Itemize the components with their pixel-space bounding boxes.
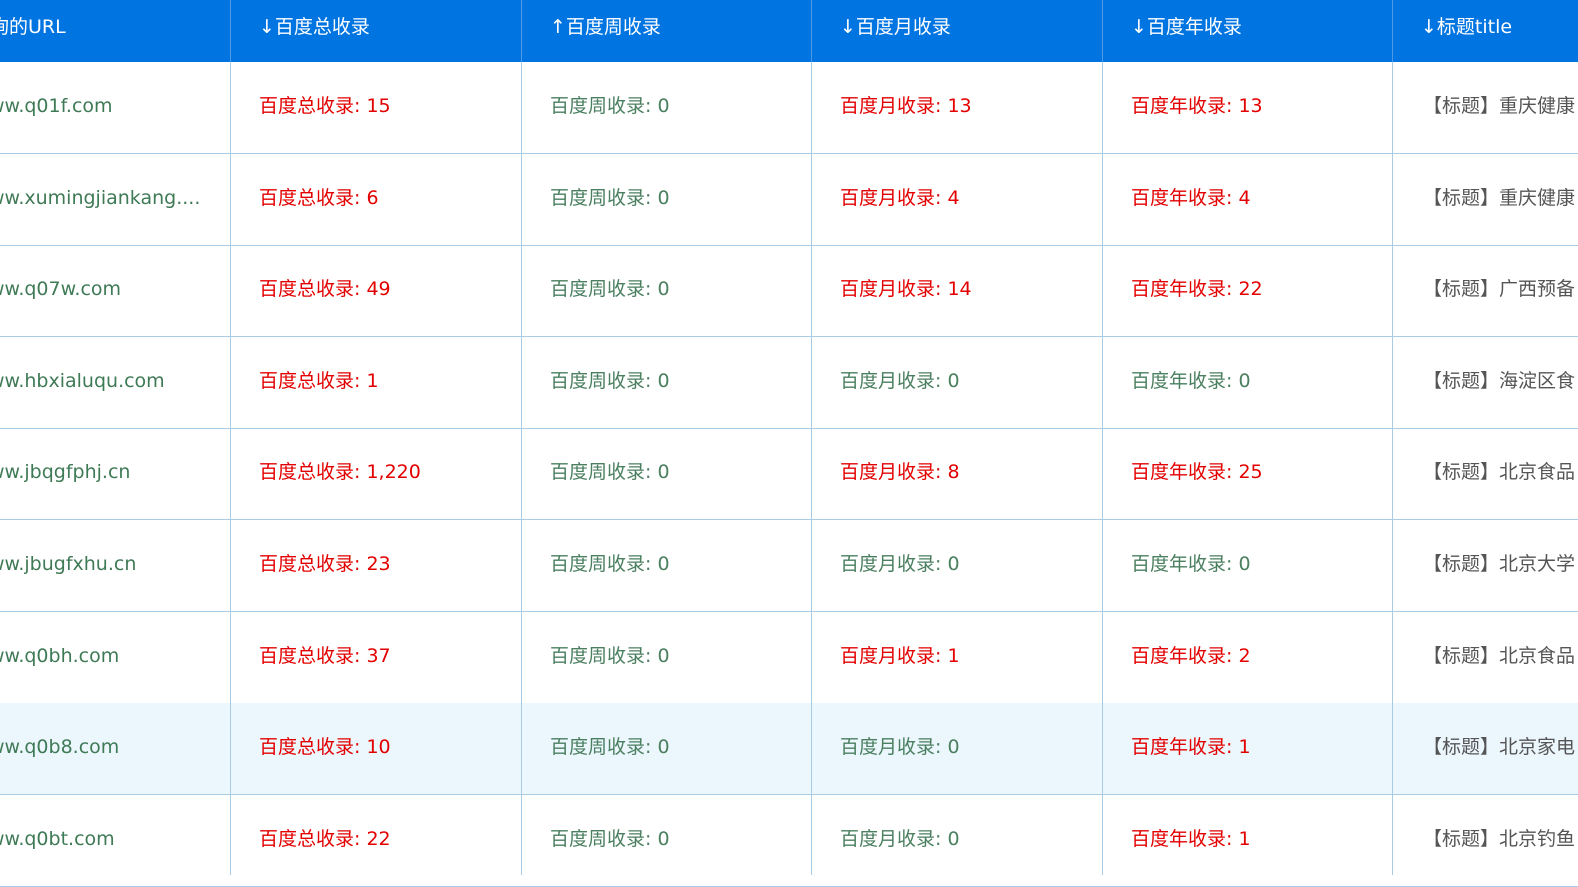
cell-url[interactable]: ww.q07w.com: [0, 245, 219, 337]
cell-title: 【标题】北京食品: [1423, 461, 1576, 483]
column-header-year[interactable]: ↓百度年收录: [1103, 0, 1392, 62]
cell-week: 百度周收录: 0: [550, 828, 670, 850]
cell-title: 【标题】北京家电: [1423, 736, 1576, 758]
cell-total: 百度总收录: 23: [259, 553, 391, 575]
table-row[interactable]: ww.jbqgfphj.cn 百度总收录: 1,220 百度周收录: 0 百度月收录:…: [0, 428, 1578, 520]
cell-total: 百度总收录: 10: [259, 736, 391, 758]
cell-year: 百度年收录: 2: [1131, 645, 1251, 667]
cell-year: 百度年收录: 22: [1131, 278, 1263, 300]
cell-year: 百度年收录: 4: [1131, 187, 1251, 209]
cell-url[interactable]: ww.jbugfxhu.cn: [0, 520, 219, 612]
column-header-week[interactable]: ↑百度周收录: [522, 0, 811, 62]
cell-month: 百度月收录: 0: [840, 553, 960, 575]
cell-month: 百度月收录: 0: [840, 370, 960, 392]
cell-title: 【标题】北京大学: [1423, 553, 1576, 575]
table-header: 询的URL ↓百度总收录 ↑百度周收录 ↓百度月收录 ↓百度年收录 ↓标题tit…: [0, 0, 1578, 62]
cell-total: 百度总收录: 6: [259, 187, 379, 209]
cell-week: 百度周收录: 0: [550, 736, 670, 758]
table-row[interactable]: ww.q01f.com 百度总收录: 15 百度周收录: 0 百度月收录: 13 百度年…: [0, 62, 1578, 154]
cell-week: 百度周收录: 0: [550, 645, 670, 667]
cell-url[interactable]: ww.q01f.com: [0, 62, 219, 154]
cell-week: 百度周收录: 0: [550, 95, 670, 117]
cell-month: 百度月收录: 0: [840, 736, 960, 758]
cell-week: 百度周收录: 0: [550, 553, 670, 575]
table-row[interactable]: ww.q07w.com 百度总收录: 49 百度周收录: 0 百度月收录: 14 百度年…: [0, 245, 1578, 337]
cell-title: 【标题】重庆健康: [1423, 95, 1576, 117]
cell-title: 【标题】北京钓鱼: [1423, 828, 1576, 850]
cell-month: 百度月收录: 8: [840, 461, 960, 483]
cell-total: 百度总收录: 1,220: [259, 461, 421, 483]
cell-month: 百度月收录: 0: [840, 828, 960, 850]
column-header-month[interactable]: ↓百度月收录: [812, 0, 1102, 62]
table-row[interactable]: ww.q0b8.com 百度总收录: 10 百度周收录: 0 百度月收录: 0 百度年收…: [0, 703, 1578, 795]
column-header-total[interactable]: ↓百度总收录: [231, 0, 521, 62]
cell-url[interactable]: ww.xumingjiankang....: [0, 154, 219, 246]
cell-url[interactable]: ww.jbqgfphj.cn: [0, 428, 219, 520]
cell-title: 【标题】广西预备: [1423, 278, 1576, 300]
cell-total: 百度总收录: 37: [259, 645, 391, 667]
cell-year: 百度年收录: 0: [1131, 370, 1251, 392]
cell-week: 百度周收录: 0: [550, 461, 670, 483]
table-row[interactable]: ww.jbugfxhu.cn 百度总收录: 23 百度周收录: 0 百度月收录: 0 百…: [0, 520, 1578, 612]
column-divider: [811, 62, 812, 875]
table-row[interactable]: ww.q0bh.com 百度总收录: 37 百度周收录: 0 百度月收录: 1 百度年收…: [0, 612, 1578, 704]
table-row[interactable]: ww.hbxialuqu.com 百度总收录: 1 百度周收录: 0 百度月收录: 0…: [0, 337, 1578, 429]
column-divider: [230, 62, 231, 875]
cell-total: 百度总收录: 15: [259, 95, 391, 117]
cell-month: 百度月收录: 13: [840, 95, 972, 117]
cell-total: 百度总收录: 1: [259, 370, 379, 392]
cell-week: 百度周收录: 0: [550, 278, 670, 300]
cell-year: 百度年收录: 1: [1131, 828, 1251, 850]
column-divider: [1102, 62, 1103, 875]
cell-url[interactable]: ww.q0bt.com: [0, 795, 219, 887]
column-header-url[interactable]: 询的URL: [0, 0, 220, 62]
cell-url[interactable]: ww.q0bh.com: [0, 612, 219, 704]
cell-month: 百度月收录: 1: [840, 645, 960, 667]
column-divider: [1392, 62, 1393, 875]
cell-month: 百度月收录: 4: [840, 187, 960, 209]
cell-title: 【标题】重庆健康: [1423, 187, 1576, 209]
cell-year: 百度年收录: 1: [1131, 736, 1251, 758]
cell-title: 【标题】北京食品: [1423, 645, 1576, 667]
results-table: 询的URL ↓百度总收录 ↑百度周收录 ↓百度月收录 ↓百度年收录 ↓标题tit…: [0, 0, 1578, 887]
cell-total: 百度总收录: 49: [259, 278, 391, 300]
cell-year: 百度年收录: 13: [1131, 95, 1263, 117]
table-row[interactable]: ww.xumingjiankang.... 百度总收录: 6 百度周收录: 0 百度月…: [0, 154, 1578, 246]
cell-total: 百度总收录: 22: [259, 828, 391, 850]
cell-year: 百度年收录: 0: [1131, 553, 1251, 575]
cell-url[interactable]: ww.hbxialuqu.com: [0, 337, 219, 429]
table-row[interactable]: ww.q0bt.com 百度总收录: 22 百度周收录: 0 百度月收录: 0 百度年收…: [0, 795, 1578, 887]
cell-year: 百度年收录: 25: [1131, 461, 1263, 483]
column-header-title[interactable]: ↓标题title: [1393, 0, 1578, 62]
cell-url[interactable]: ww.q0b8.com: [0, 703, 219, 795]
column-divider: [521, 62, 522, 875]
cell-title: 【标题】海淀区食: [1423, 370, 1576, 392]
cell-week: 百度周收录: 0: [550, 370, 670, 392]
cell-month: 百度月收录: 14: [840, 278, 972, 300]
cell-week: 百度周收录: 0: [550, 187, 670, 209]
